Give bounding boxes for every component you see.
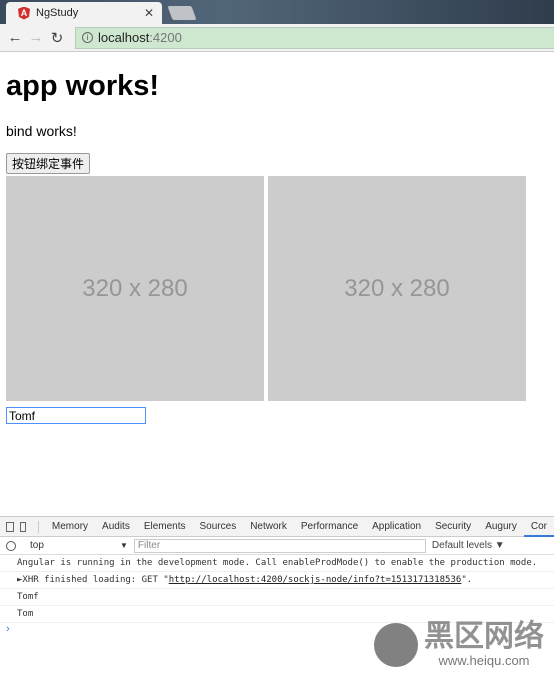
levels-dropdown[interactable]: Default levels ▼: [432, 540, 505, 551]
name-input[interactable]: [6, 407, 146, 424]
tab-title: NgStudy: [36, 7, 79, 19]
forward-arrow-icon[interactable]: →: [27, 29, 45, 46]
xhr-suffix: ".: [461, 575, 473, 585]
divider: [38, 520, 39, 533]
device-toolbar-icon[interactable]: [19, 521, 27, 532]
inspect-icon[interactable]: [6, 521, 14, 532]
bind-text: bind works!: [6, 123, 77, 139]
tab-sources[interactable]: Sources: [193, 517, 244, 537]
tab-console[interactable]: Cor: [523, 517, 554, 537]
tab-performance[interactable]: Performance: [294, 517, 365, 537]
placeholder-image: 320 x 280: [268, 176, 526, 401]
dropdown-arrow-icon[interactable]: ▼: [120, 541, 128, 550]
page-content: app works! bind works! 按钮绑定事件 320 x 280 …: [0, 70, 554, 425]
devtools-panel: Memory Audits Elements Sources Network P…: [0, 516, 554, 676]
address-bar[interactable]: i localhost:4200: [75, 26, 554, 49]
angular-icon: A: [18, 6, 30, 20]
devtools-tabs: Memory Audits Elements Sources Network P…: [0, 517, 554, 537]
watermark-logo-icon: [374, 622, 418, 667]
console-message: Angular is running in the development mo…: [0, 555, 554, 572]
tab-augury[interactable]: Augury: [478, 517, 524, 537]
watermark-text: 黑区网络: [424, 619, 544, 654]
clear-console-icon[interactable]: [6, 540, 16, 551]
console-toolbar: top ▼ Filter Default levels ▼: [0, 537, 554, 555]
tab-network[interactable]: Network: [243, 517, 294, 537]
watermark: 黑区网络 www.heiqu.com: [374, 621, 544, 668]
url-host: localhost: [98, 30, 150, 45]
tab-elements[interactable]: Elements: [137, 517, 193, 537]
filter-input[interactable]: Filter: [133, 538, 426, 553]
watermark-url: www.heiqu.com: [438, 653, 530, 668]
xhr-prefix: ►XHR finished loading: GET ": [17, 575, 169, 585]
url-port: :4200: [149, 30, 182, 45]
xhr-link[interactable]: http://localhost:4200/sockjs-node/info?t…: [169, 575, 462, 585]
page-title: app works!: [6, 70, 160, 102]
new-tab-button[interactable]: [167, 6, 197, 20]
console-message: Tomf: [0, 589, 554, 606]
context-select[interactable]: top: [30, 540, 120, 551]
bind-event-button[interactable]: 按钮绑定事件: [6, 153, 91, 174]
tab-audits[interactable]: Audits: [95, 517, 137, 537]
tab-strip: A NgStudy ✕: [0, 0, 554, 24]
info-icon[interactable]: i: [82, 32, 93, 43]
browser-toolbar: ← → ↻ i localhost:4200: [0, 24, 554, 52]
tab-memory[interactable]: Memory: [45, 517, 95, 537]
console-message: ►XHR finished loading: GET "http://local…: [0, 572, 554, 589]
placeholder-image: 320 x 280: [6, 176, 264, 401]
back-arrow-icon[interactable]: ←: [6, 29, 24, 46]
close-tab-icon[interactable]: ✕: [144, 6, 154, 20]
browser-tab[interactable]: A NgStudy ✕: [6, 2, 162, 24]
reload-icon[interactable]: ↻: [48, 29, 66, 47]
tab-application[interactable]: Application: [365, 517, 428, 537]
tab-security[interactable]: Security: [428, 517, 478, 537]
